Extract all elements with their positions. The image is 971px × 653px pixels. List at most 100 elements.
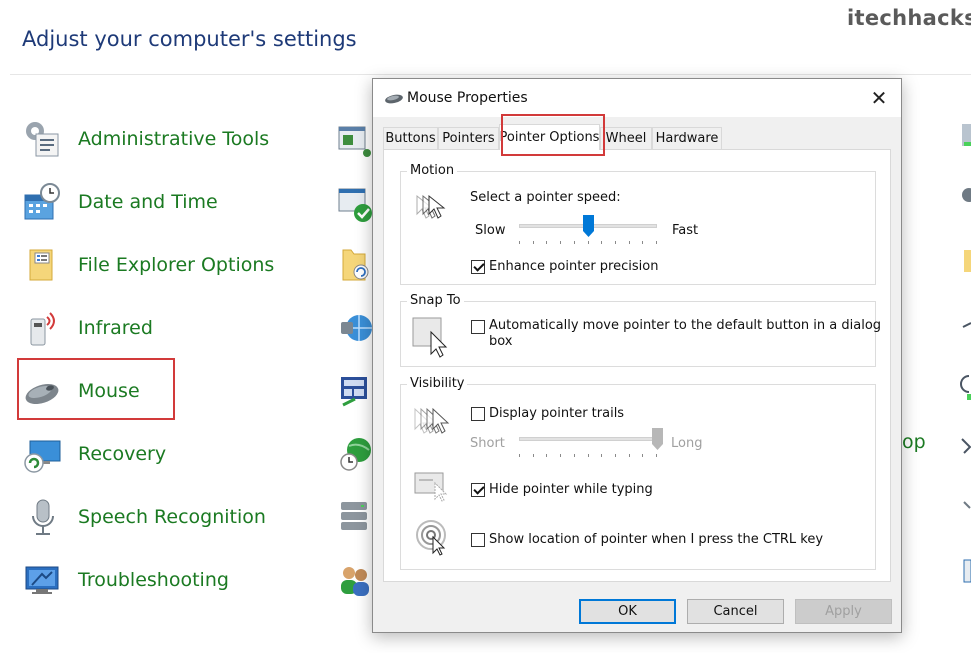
partial-right-icon xyxy=(961,438,971,454)
user-accounts-icon xyxy=(341,567,369,596)
slider-tick xyxy=(574,454,575,457)
trails-slider-track[interactable] xyxy=(519,437,657,441)
apply-button[interactable]: Apply xyxy=(795,599,892,624)
speed-slider-thumb[interactable] xyxy=(583,215,594,237)
tab-hardware[interactable]: Hardware xyxy=(652,127,722,149)
slider-tick xyxy=(560,241,561,244)
ok-button[interactable]: OK xyxy=(579,599,676,624)
region-icon xyxy=(341,377,367,407)
slider-tick xyxy=(533,241,534,244)
snap-to-legend: Snap To xyxy=(407,293,464,308)
slider-tick xyxy=(642,241,643,244)
speed-slider-ticks xyxy=(519,241,657,247)
snap-to-label-line2: box xyxy=(489,334,513,349)
close-button[interactable]: ✕ xyxy=(857,79,901,117)
microphone-icon xyxy=(22,496,64,538)
slider-tick xyxy=(574,241,575,244)
pointer-speed-prompt: Select a pointer speed: xyxy=(470,190,621,205)
cp-item-label: Speech Recognition xyxy=(78,506,266,528)
storage-icon xyxy=(341,502,367,530)
partial-right-icon xyxy=(960,375,971,400)
pointer-speed-icon xyxy=(416,194,446,219)
cp-item-label: Troubleshooting xyxy=(78,569,229,591)
cp-item-recovery[interactable]: Recovery xyxy=(22,432,322,476)
cp-item-troubleshooting[interactable]: Troubleshooting xyxy=(22,558,322,602)
page-title: Adjust your computer's settings xyxy=(22,27,357,51)
cp-item-label: Recovery xyxy=(78,443,167,465)
cancel-button[interactable]: Cancel xyxy=(687,599,784,624)
cp-item-administrative-tools[interactable]: Administrative Tools xyxy=(22,117,322,161)
hide-pointer-icon xyxy=(414,472,448,502)
tab-pointers[interactable]: Pointers xyxy=(438,127,499,149)
header-divider xyxy=(10,74,971,75)
cp-item-label: File Explorer Options xyxy=(78,254,275,276)
motion-group: Motion Select a pointer speed: Slow Fast… xyxy=(400,163,876,285)
tab-wheel[interactable]: Wheel xyxy=(600,127,652,149)
slider-tick xyxy=(601,454,602,457)
slider-tick xyxy=(546,454,547,457)
slider-tick xyxy=(560,454,561,457)
cp-item-label: Administrative Tools xyxy=(78,128,270,150)
cp-item-file-explorer-options[interactable]: File Explorer Options xyxy=(22,243,322,287)
tab-buttons[interactable]: Buttons xyxy=(383,127,438,149)
dialog-titlebar[interactable]: Mouse Properties ✕ xyxy=(373,79,901,117)
slider-tick xyxy=(615,241,616,244)
snap-to-group: Snap To Automatically move pointer to th… xyxy=(400,293,881,367)
slider-tick xyxy=(601,241,602,244)
fast-label: Fast xyxy=(672,223,699,238)
cp-item-date-and-time[interactable]: Date and Time xyxy=(22,180,322,224)
slider-tick xyxy=(519,454,520,457)
hide-pointer-checkbox[interactable] xyxy=(471,483,485,497)
partial-right-icon xyxy=(964,250,971,272)
slider-tick xyxy=(656,241,657,244)
slider-tick xyxy=(519,241,520,244)
folder-sync-icon xyxy=(342,249,369,281)
snap-to-label-line1: Automatically move pointer to the defaul… xyxy=(489,318,882,333)
partial-right-icon xyxy=(963,559,971,583)
network-globe-icon xyxy=(341,315,372,341)
slider-tick xyxy=(629,241,630,244)
date-time-icon xyxy=(22,181,64,223)
mouse-highlight-box xyxy=(17,358,175,420)
hide-pointer-label: Hide pointer while typing xyxy=(489,482,653,497)
enhance-precision-label: Enhance pointer precision xyxy=(489,259,659,274)
snap-to-icon xyxy=(412,317,448,358)
admin-tools-icon xyxy=(22,118,64,160)
tab-highlight-box xyxy=(501,114,605,156)
show-location-label: Show location of pointer when I press th… xyxy=(489,532,824,547)
show-location-checkbox[interactable] xyxy=(471,533,485,547)
slider-tick xyxy=(642,454,643,457)
slider-tick xyxy=(546,241,547,244)
snap-to-checkbox[interactable] xyxy=(471,320,485,334)
partial-right-icon xyxy=(962,322,971,328)
cp-item-speech-recognition[interactable]: Speech Recognition xyxy=(22,495,322,539)
slider-tick xyxy=(615,454,616,457)
trails-slider-thumb[interactable] xyxy=(652,428,663,450)
partial-item-label: op xyxy=(902,431,926,453)
partial-right-icon xyxy=(962,124,971,146)
troubleshooting-icon xyxy=(22,559,64,601)
mouse-icon xyxy=(385,94,403,104)
slider-tick xyxy=(588,454,589,457)
pointer-trails-label: Display pointer trails xyxy=(489,406,625,421)
visibility-legend: Visibility xyxy=(407,376,468,391)
visibility-group: Visibility Display pointer trails Short … xyxy=(400,376,876,570)
pointer-location-icon xyxy=(416,520,446,556)
cp-item-infrared[interactable]: Infrared xyxy=(22,306,322,350)
cp-item-label: Date and Time xyxy=(78,191,218,213)
slow-label: Slow xyxy=(475,223,506,238)
pointer-trails-icon xyxy=(414,407,450,434)
file-explorer-options-icon xyxy=(22,244,64,286)
recovery-icon xyxy=(22,433,64,475)
motion-legend: Motion xyxy=(407,163,458,178)
pointer-trails-checkbox[interactable] xyxy=(471,407,485,421)
infrared-icon xyxy=(22,307,64,349)
cp-item-label: Infrared xyxy=(78,317,153,339)
enhance-precision-checkbox[interactable] xyxy=(471,260,485,274)
dialog-title: Mouse Properties xyxy=(407,90,528,106)
globe-clock-icon xyxy=(340,438,371,471)
partial-right-icon xyxy=(963,501,971,509)
slider-tick xyxy=(533,454,534,457)
security-check-icon xyxy=(338,188,372,222)
slider-tick xyxy=(588,241,589,244)
